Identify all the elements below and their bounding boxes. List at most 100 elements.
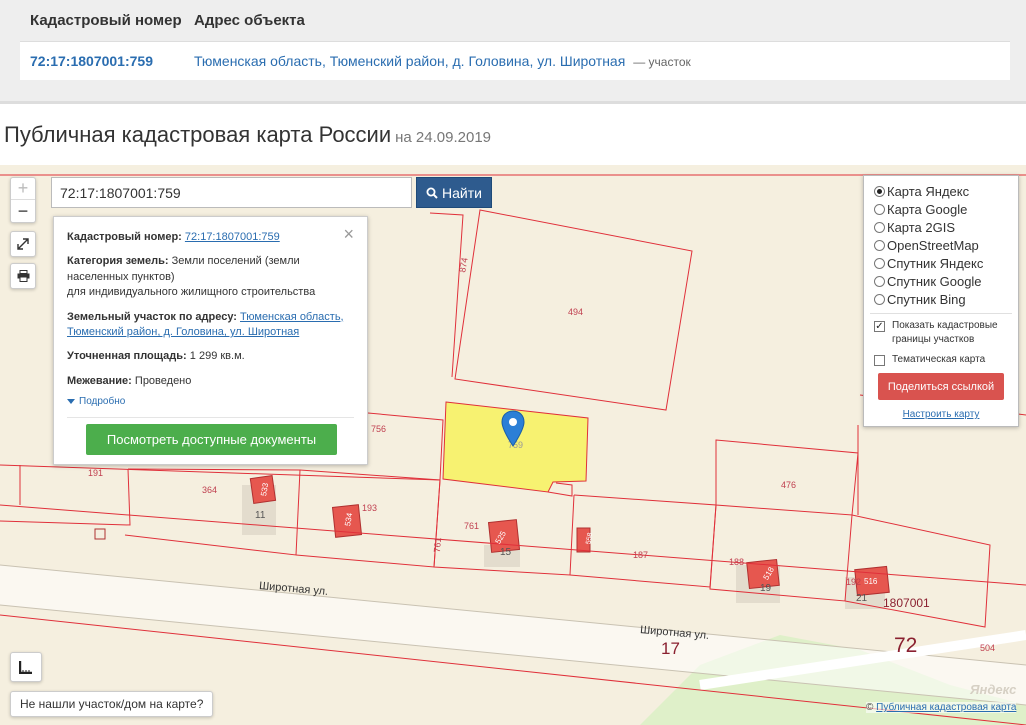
column-header-number: Кадастровый номер [30, 12, 182, 29]
zoom-out-button[interactable]: − [11, 200, 35, 222]
radio[interactable] [874, 257, 885, 269]
house-number: 11 [255, 510, 266, 521]
cadastral-map[interactable]: 874 494 756 759 191 364 193 761 761 187 … [0, 165, 1026, 725]
result-cadastral-number-link[interactable]: 72:17:1807001:759 [20, 53, 194, 69]
radio[interactable] [874, 203, 885, 215]
parcel-label: 761 [431, 537, 444, 553]
map-number-label: 17 [661, 639, 680, 658]
ruler-icon [19, 661, 32, 674]
attribution-link[interactable]: Публичная кадастровая карта [876, 702, 1016, 713]
layer-option[interactable]: Карта Google [874, 200, 1008, 218]
results-header-row: Кадастровый номер Адрес объекта [20, 0, 1010, 41]
map-marker-icon[interactable] [500, 410, 526, 448]
radio-selected[interactable] [874, 185, 885, 197]
more-details-label: Подробно [79, 396, 126, 408]
thematic-map-option[interactable]: Тематическая карта [874, 353, 1008, 367]
result-kind: — участок [633, 55, 691, 69]
parcel-label: 192 [846, 577, 862, 587]
show-borders-option[interactable]: ✓ Показать кадастровые границы участков [874, 319, 1008, 347]
layer-option-label: Карта Google [887, 201, 968, 217]
page-title-text: Публичная кадастровая карта России [4, 122, 392, 147]
printer-icon [17, 270, 29, 282]
layer-option-label: Спутник Яндекс [887, 255, 984, 271]
radio[interactable] [874, 221, 885, 233]
layer-option[interactable]: OpenStreetMap [874, 236, 1008, 254]
fullscreen-button[interactable] [10, 231, 36, 257]
divider [870, 313, 1012, 314]
info-label: Категория земель: [67, 255, 169, 268]
table-row[interactable]: 72:17:1807001:759 Тюменская область, Тюм… [20, 41, 1010, 80]
page-title: Публичная кадастровая карта России на 24.… [4, 122, 491, 148]
parcel-label: 191 [88, 468, 104, 478]
print-button[interactable] [10, 263, 36, 289]
info-area: Уточненная площадь: 1 299 кв.м. [67, 349, 354, 364]
copyright-sign: © [866, 702, 874, 713]
parcel-info-popup: × Кадастровый номер: 72:17:1807001:759 К… [53, 216, 368, 465]
info-land-category: Категория земель: Земли поселений (земли… [67, 254, 354, 300]
layer-option-label: Карта Яндекс [887, 183, 970, 199]
info-value: Проведено [134, 374, 192, 387]
view-documents-button[interactable]: Посмотреть доступные документы [86, 424, 337, 455]
parcel-label: 476 [781, 480, 797, 490]
info-value: для индивидуального жилищного строительс… [67, 286, 316, 299]
ruler-button[interactable] [10, 652, 42, 682]
page-date: на 24.09.2019 [395, 129, 492, 146]
house-number: 21 [856, 593, 868, 604]
building-label: 518 [761, 565, 776, 582]
info-address: Земельный участок по адресу: Тюменская о… [67, 310, 354, 341]
layer-option[interactable]: Спутник Яндекс [874, 254, 1008, 272]
show-borders-checkbox[interactable]: ✓ [874, 321, 885, 332]
more-details-link[interactable]: Подробно [67, 396, 354, 419]
info-label: Уточненная площадь: [67, 350, 187, 363]
search-button-label: Найти [442, 184, 482, 201]
parcel-label: 494 [568, 307, 584, 317]
info-cadastral-link[interactable]: 72:17:1807001:759 [185, 231, 280, 243]
caret-down-icon [67, 398, 75, 404]
show-borders-label: Показать кадастровые границы участков [892, 320, 998, 345]
building-label: 534 [343, 512, 355, 527]
building-label: 525 [493, 529, 508, 546]
region-number-label: 72 [894, 634, 918, 657]
result-address-cell: Тюменская область, Тюменский район, д. Г… [194, 53, 691, 69]
house-number: 15 [500, 547, 512, 558]
not-found-button[interactable]: Не нашли участок/дом на карте? [10, 691, 214, 717]
radio[interactable] [874, 275, 885, 287]
cadastral-search-input[interactable] [51, 177, 412, 208]
radio[interactable] [874, 239, 885, 251]
layer-option-label: Карта 2GIS [887, 219, 956, 235]
parcel-label: 364 [202, 485, 218, 495]
zoom-control: + − [10, 177, 36, 223]
layer-option[interactable]: Карта 2GIS [874, 218, 1008, 236]
results-table: Кадастровый номер Адрес объекта 72:17:18… [20, 0, 1010, 80]
cadastral-quarter-label: 1807001 [883, 596, 930, 610]
layer-option-label: Спутник Google [887, 273, 982, 289]
thematic-map-label: Тематическая карта [892, 354, 986, 365]
thematic-map-checkbox[interactable] [874, 355, 885, 366]
close-icon[interactable]: × [343, 224, 354, 245]
layer-option-label: OpenStreetMap [887, 237, 979, 253]
search-button[interactable]: Найти [416, 177, 492, 208]
parcel-label: 188 [729, 557, 745, 567]
expand-icon [17, 238, 29, 250]
zoom-in-button[interactable]: + [11, 178, 35, 200]
info-label: Межевание: [67, 374, 132, 387]
layer-option[interactable]: Спутник Bing [874, 290, 1008, 308]
column-header-address: Адрес объекта [194, 12, 305, 29]
radio[interactable] [874, 293, 885, 305]
parcel-label: 504 [980, 643, 996, 653]
parcel-label: 187 [633, 550, 649, 560]
layer-option[interactable]: Спутник Google [874, 272, 1008, 290]
parcel-label: 193 [362, 503, 378, 513]
result-address-link[interactable]: Тюменская область, Тюменский район, д. Г… [194, 53, 625, 69]
building-label: 558 [585, 532, 595, 545]
search-icon [426, 187, 438, 199]
map-attribution: © Публичная кадастровая карта [866, 702, 1017, 713]
configure-map-link[interactable]: Настроить карту [874, 409, 1008, 420]
info-survey: Межевание: Проведено [67, 374, 354, 389]
map-layers-panel: Карта Яндекс Карта Google Карта 2GIS Ope… [863, 175, 1019, 427]
parcel-label: 761 [464, 521, 480, 531]
building-label: 516 [864, 577, 878, 586]
layer-option[interactable]: Карта Яндекс [874, 182, 1008, 200]
share-link-button[interactable]: Поделиться ссылкой [878, 373, 1004, 400]
info-label: Кадастровый номер: [67, 231, 182, 243]
